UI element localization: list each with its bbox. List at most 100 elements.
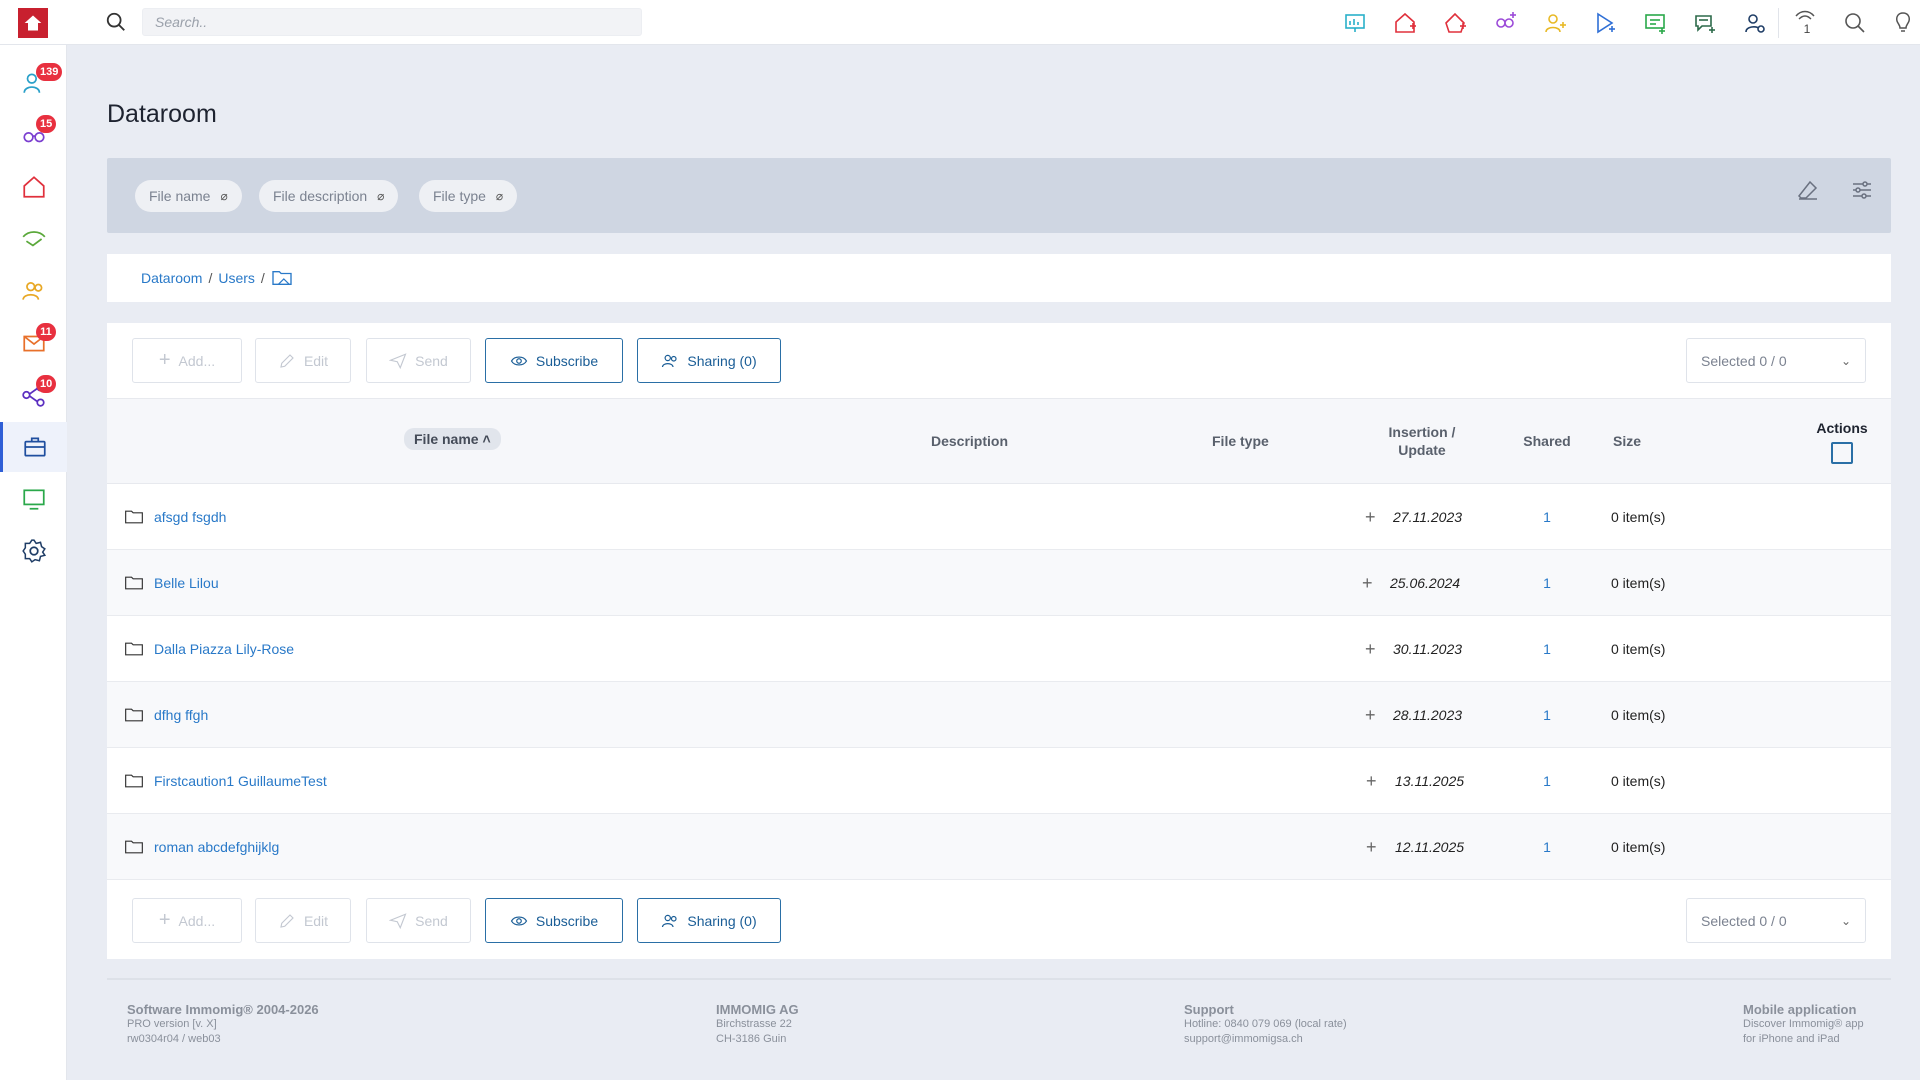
sidebar-item-properties[interactable] [0, 162, 67, 212]
row-shared[interactable]: 1 [1537, 682, 1557, 748]
row-shared[interactable]: 1 [1537, 616, 1557, 682]
folder-icon [125, 708, 143, 722]
send-button-label: Send [415, 352, 448, 369]
add-button-bottom[interactable]: + Add... [132, 898, 242, 943]
table-row[interactable]: Firstcaution1 GuillaumeTest + 13.11.2025… [107, 748, 1891, 814]
pencil-icon [280, 913, 294, 928]
table-row[interactable]: dfhg ffgh + 28.11.2023 1 0 item(s) [107, 682, 1891, 748]
folder-name[interactable]: afsgd fsgdh [154, 509, 226, 525]
footer: Software Immomig® 2004-2026 PRO version … [107, 978, 1891, 1080]
add-search-profile-icon[interactable] [1492, 10, 1518, 36]
search-icon[interactable] [105, 11, 127, 33]
filter-chip-file-type[interactable]: File type ⌀ [419, 180, 518, 212]
sidebar-item-display[interactable] [0, 474, 67, 524]
sidebar-item-dataroom[interactable] [0, 422, 67, 472]
breadcrumb-item-users[interactable]: Users [218, 270, 255, 286]
select-all-checkbox[interactable] [1831, 442, 1853, 464]
edit-button-bottom[interactable]: Edit [255, 898, 351, 943]
row-shared[interactable]: 1 [1537, 550, 1557, 616]
add-button[interactable]: + Add... [132, 338, 242, 383]
shared-folder-icon[interactable] [271, 269, 293, 287]
inserted-icon: + [1362, 572, 1373, 593]
sidebar-item-mail[interactable]: 11 [0, 318, 67, 368]
subscribe-button[interactable]: Subscribe [485, 338, 623, 383]
home-logo[interactable] [18, 8, 48, 38]
search-input[interactable] [142, 8, 642, 36]
add-property-icon[interactable] [1392, 10, 1418, 36]
clear-filter-icon[interactable]: ⌀ [220, 189, 227, 203]
footer-mobile-line1: Discover Immomig® app [1743, 1018, 1864, 1030]
sidebar: 139 15 11 10 [0, 45, 67, 1080]
add-chat-icon[interactable] [1692, 10, 1718, 36]
row-shared[interactable]: 1 [1537, 748, 1557, 814]
clear-filter-icon[interactable]: ⌀ [377, 189, 384, 203]
send-button-bottom[interactable]: Send [366, 898, 471, 943]
table-row[interactable]: roman abcdefghijklg + 12.11.2025 1 0 ite… [107, 814, 1891, 880]
table-row[interactable]: Belle Lilou + 25.06.2024 1 0 item(s) [107, 550, 1891, 616]
column-header-size[interactable]: Size [1607, 433, 1647, 449]
clear-filter-icon[interactable]: ⌀ [496, 189, 503, 203]
send-button-label: Send [415, 912, 448, 929]
folder-name[interactable]: Firstcaution1 GuillaumeTest [154, 773, 327, 789]
users-icon [21, 282, 42, 300]
column-header-shared[interactable]: Shared [1517, 433, 1577, 449]
column-header-file-name[interactable]: File name ˄ [404, 428, 501, 450]
breadcrumb-item-dataroom[interactable]: Dataroom [141, 270, 202, 286]
row-file-name[interactable]: Dalla Piazza Lily-Rose [124, 616, 294, 682]
inserted-icon: + [1365, 704, 1376, 725]
row-file-name[interactable]: Firstcaution1 GuillaumeTest [124, 748, 327, 814]
filter-chip-file-name[interactable]: File name ⌀ [135, 180, 242, 212]
sharing-button[interactable]: Sharing (0) [637, 338, 781, 383]
row-size: 0 item(s) [1611, 641, 1666, 657]
add-house-icon[interactable] [1442, 10, 1468, 36]
row-file-name[interactable]: dfhg ffgh [124, 682, 208, 748]
row-file-name[interactable]: Belle Lilou [124, 550, 219, 616]
footer-company-title: IMMOMIG AG [716, 1002, 799, 1017]
user-search-icon[interactable] [1742, 10, 1768, 36]
sidebar-item-settings[interactable] [0, 526, 67, 576]
filter-settings-icon[interactable] [1847, 175, 1877, 205]
send-button[interactable]: Send [366, 338, 471, 383]
row-date: 27.11.2023 [1393, 509, 1463, 525]
sidebar-item-contacts[interactable]: 139 [0, 58, 67, 108]
eye-icon [510, 915, 528, 926]
add-user-icon[interactable] [1542, 10, 1568, 36]
eraser-icon[interactable] [1793, 175, 1823, 205]
folder-name[interactable]: Belle Lilou [154, 575, 219, 591]
sharing-button-bottom[interactable]: Sharing (0) [637, 898, 781, 943]
presentation-icon[interactable] [1342, 10, 1368, 36]
lightbulb-icon[interactable] [1890, 10, 1916, 36]
folder-name[interactable]: Dalla Piazza Lily-Rose [154, 641, 294, 657]
folder-name[interactable]: roman abcdefghijklg [154, 839, 279, 855]
selection-dropdown[interactable]: Selected 0 / 0 ⌄ [1686, 338, 1866, 383]
folder-icon [125, 642, 143, 656]
column-header-insertion-update[interactable]: Insertion / Update [1377, 423, 1467, 459]
table-row[interactable]: Dalla Piazza Lily-Rose + 30.11.2023 1 0 … [107, 616, 1891, 682]
play-add-icon[interactable] [1592, 10, 1618, 36]
footer-email-link[interactable]: support@immomigsa.ch [1184, 1032, 1347, 1047]
subscribe-button-bottom[interactable]: Subscribe [485, 898, 623, 943]
sidebar-item-network[interactable]: 10 [0, 370, 67, 420]
subscribe-button-label: Subscribe [535, 352, 599, 369]
row-shared[interactable]: 1 [1537, 484, 1557, 550]
sort-ascending-icon: ˄ [482, 431, 491, 447]
row-file-name[interactable]: afsgd fsgdh [124, 484, 226, 550]
edit-button[interactable]: Edit [255, 338, 351, 383]
table-row[interactable]: afsgd fsgdh + 27.11.2023 1 0 item(s) [107, 484, 1891, 550]
folder-name[interactable]: dfhg ffgh [154, 707, 208, 723]
row-file-name[interactable]: roman abcdefghijklg [124, 814, 279, 880]
row-date: 25.06.2024 [1390, 575, 1461, 591]
add-board-icon[interactable] [1642, 10, 1668, 36]
sidebar-item-visits[interactable]: 15 [0, 110, 67, 160]
column-header-file-type[interactable]: File type [1212, 433, 1269, 449]
paper-plane-icon [389, 912, 407, 929]
sidebar-item-transactions[interactable] [0, 214, 67, 264]
global-search-icon[interactable] [1842, 10, 1868, 36]
sidebar-item-users[interactable] [0, 266, 67, 316]
selection-label: Selected 0 / 0 [1701, 352, 1787, 369]
row-shared[interactable]: 1 [1537, 814, 1557, 880]
row-size: 0 item(s) [1611, 773, 1666, 789]
selection-dropdown-bottom[interactable]: Selected 0 / 0 ⌄ [1686, 898, 1866, 943]
column-header-description[interactable]: Description [931, 433, 1008, 449]
filter-chip-file-description[interactable]: File description ⌀ [259, 180, 399, 212]
